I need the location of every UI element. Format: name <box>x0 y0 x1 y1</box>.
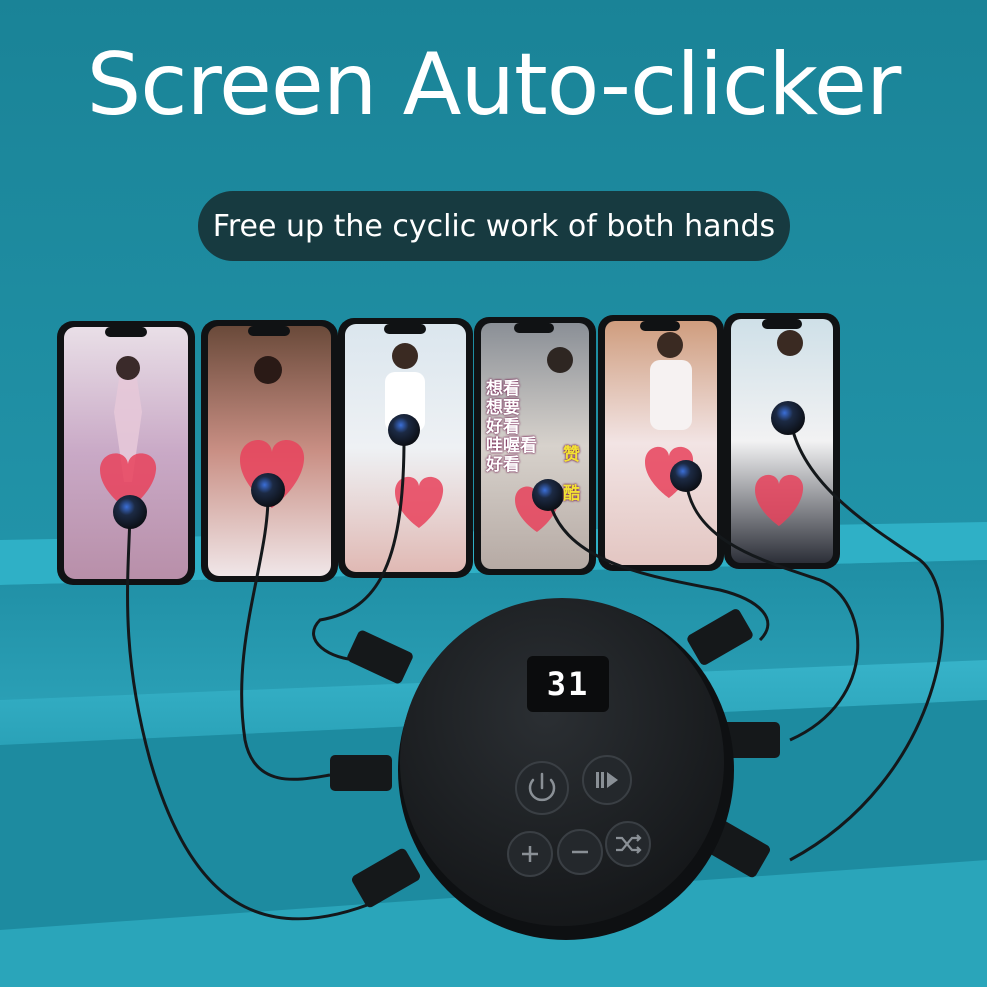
display-value: 31 <box>546 665 590 703</box>
reaction-line: 赞 <box>563 445 580 465</box>
phone-4-comments: 想看 想要 好看 哇喔看 好看 <box>486 380 537 475</box>
clicker-device <box>398 598 734 940</box>
subtitle-text: Free up the cyclic work of both hands <box>212 208 776 244</box>
phone-1 <box>57 321 195 585</box>
comment-line: 想要 <box>486 398 520 418</box>
product-scene <box>0 0 987 987</box>
minus-button[interactable] <box>557 829 603 875</box>
comment-line: 好看 <box>486 455 520 475</box>
phone-2 <box>201 320 338 582</box>
phone-5 <box>598 315 724 571</box>
shuffle-button[interactable] <box>605 821 651 867</box>
phone-3 <box>338 318 473 578</box>
comment-line: 哇喔看 <box>486 436 537 456</box>
play-pause-button[interactable] <box>582 755 632 805</box>
phone-4-reactions: 赞 酷 <box>563 446 580 504</box>
comment-line: 想看 <box>486 379 520 399</box>
reaction-line: 酷 <box>563 484 580 504</box>
power-button[interactable] <box>515 761 569 815</box>
plus-button[interactable] <box>507 831 553 877</box>
comment-line: 好看 <box>486 417 520 437</box>
subtitle-badge: Free up the cyclic work of both hands <box>198 191 790 261</box>
page-title: Screen Auto-clicker <box>86 35 902 135</box>
phone-row <box>57 313 840 585</box>
phone-6 <box>724 313 840 569</box>
